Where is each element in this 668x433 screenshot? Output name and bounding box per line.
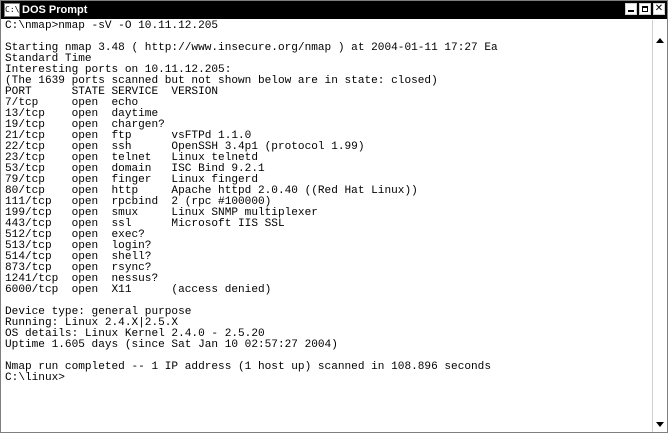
- console-line: Nmap run completed -- 1 IP address (1 ho…: [5, 361, 491, 373]
- console-output[interactable]: C:\nmap>nmap -sV -O 10.11.12.205 Startin…: [3, 20, 651, 432]
- scroll-up-arrow-icon[interactable]: [653, 33, 667, 48]
- console-line: Uptime 1.605 days (since Sat Jan 10 02:5…: [5, 339, 338, 351]
- console-line: 6000/tcp open X11 (access denied): [5, 284, 272, 296]
- maximize-button[interactable]: [639, 3, 651, 15]
- vertical-scrollbar[interactable]: [652, 20, 667, 432]
- console-line: C:\linux>: [5, 372, 65, 384]
- console-icon[interactable]: C:\: [4, 3, 20, 17]
- window-title: DOS Prompt: [22, 4, 88, 16]
- close-button[interactable]: ✕: [653, 3, 665, 15]
- console-line: C:\nmap>nmap -sV -O 10.11.12.205: [5, 20, 219, 32]
- console-text: C:\nmap>nmap -sV -O 10.11.12.205 Startin…: [3, 20, 651, 384]
- title-bar[interactable]: C:\ DOS Prompt ✕: [1, 1, 667, 19]
- dos-prompt-window: C:\ DOS Prompt ✕ C:\nmap>nmap -sV -O 10.…: [0, 0, 668, 433]
- scroll-track[interactable]: [653, 48, 667, 417]
- scroll-down-arrow-icon[interactable]: [653, 417, 667, 432]
- minimize-button[interactable]: [625, 3, 637, 15]
